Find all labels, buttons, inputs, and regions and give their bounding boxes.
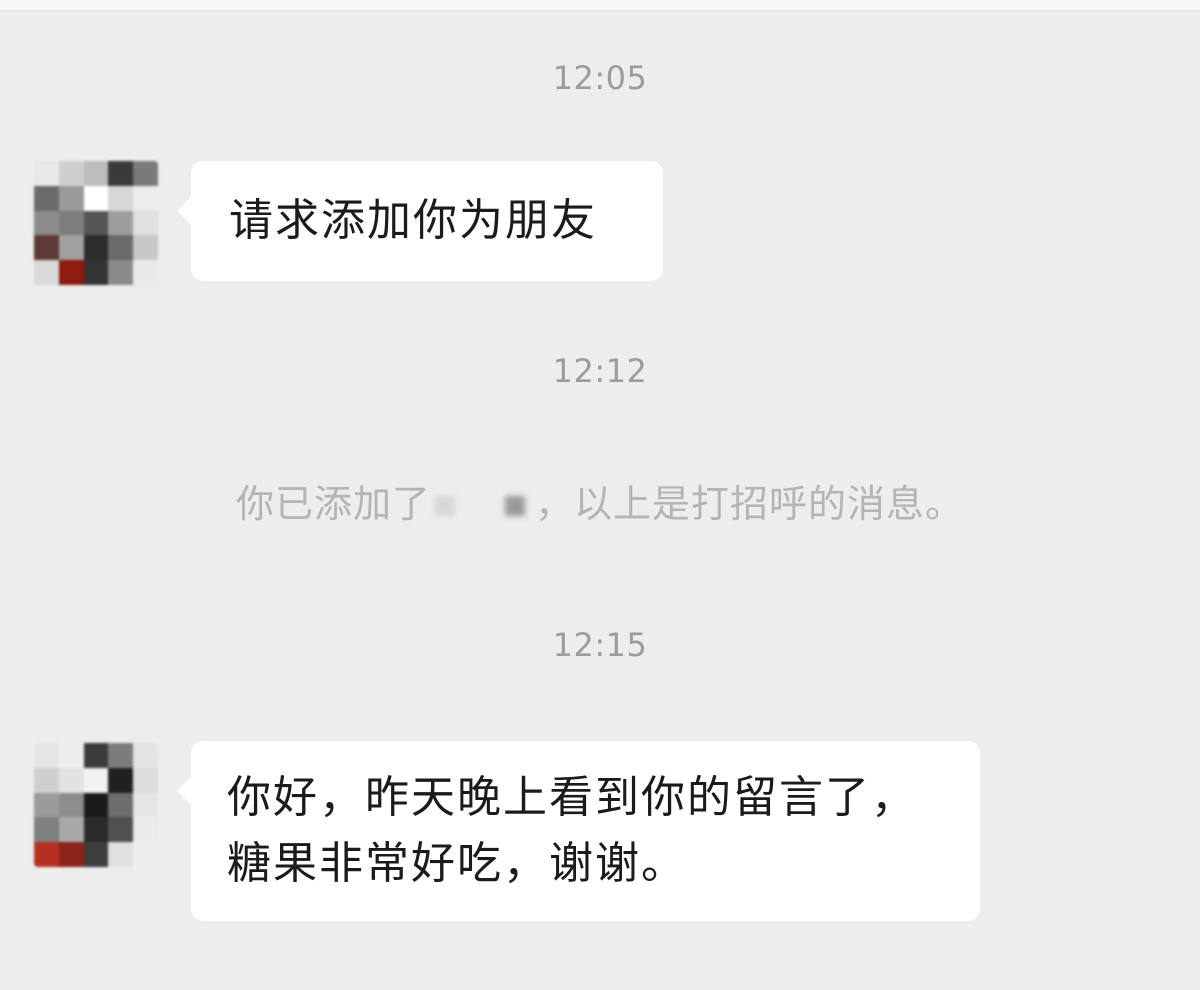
- system-notice-suffix: ，以上是打招呼的消息。: [535, 482, 965, 526]
- system-notice-prefix: 你已添加了: [235, 482, 431, 526]
- timestamp-1215: 12:15: [552, 626, 648, 664]
- message-bubble-thanks[interactable]: 你好，昨天晚上看到你的留言了， 糖果非常好吃，谢谢。: [177, 741, 980, 921]
- message-text-line-1: 你好，昨天晚上看到你的留言了，: [227, 772, 917, 823]
- contact-avatar[interactable]: [34, 161, 158, 285]
- blurred-contact-name: [433, 492, 533, 522]
- top-divider: [0, 0, 1200, 11]
- message-bubble-friend-request[interactable]: 请求添加你为朋友: [177, 161, 663, 281]
- message-text-line-2: 糖果非常好吃，谢谢。: [227, 838, 687, 889]
- system-notice-added-friend: 你已添加了 ，以上是打招呼的消息。: [0, 473, 1200, 528]
- chat-message-list[interactable]: 12:05 请求添加你为朋友 12:12 你已添加了 ，以上是打招呼的消息。 12…: [0, 11, 1200, 990]
- message-text: 请求添加你为朋友: [229, 195, 597, 246]
- timestamp-1212: 12:12: [552, 352, 648, 390]
- timestamp-1205: 12:05: [552, 59, 648, 97]
- contact-avatar[interactable]: [34, 743, 158, 867]
